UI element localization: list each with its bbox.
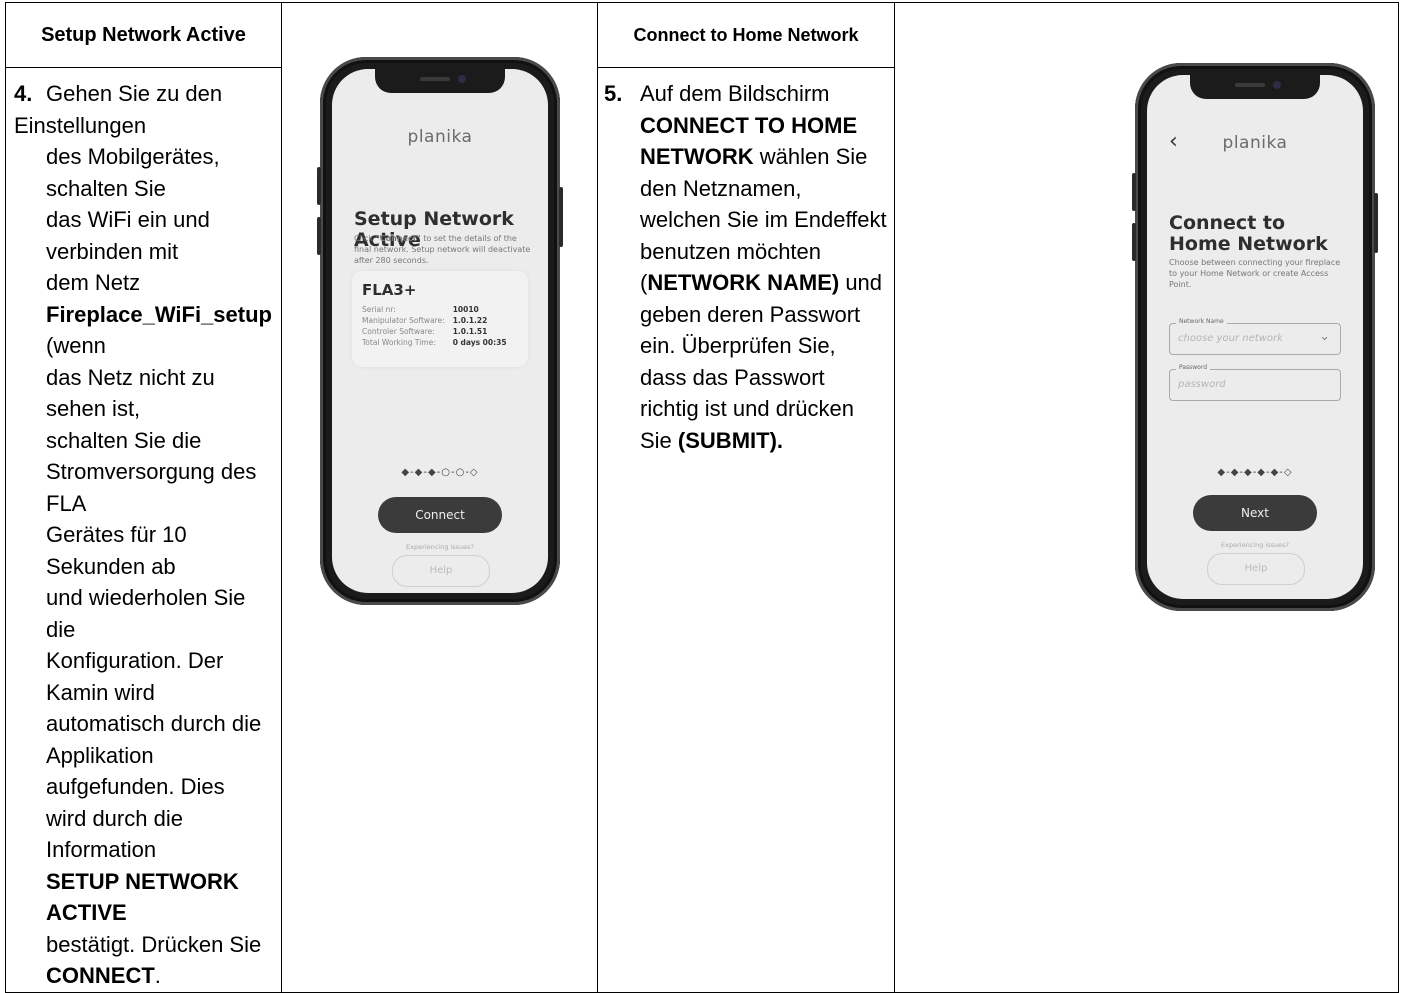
header-setup-network-label: Setup Network Active <box>41 23 246 46</box>
header-connect-home-label: Connect to Home Network <box>633 24 859 45</box>
help-button[interactable]: Help <box>1207 553 1305 585</box>
device-card[interactable]: FLA3+ Serial nr: 10010 Manipulator Softwa… <box>352 271 528 367</box>
header-connect-home: Connect to Home Network <box>597 2 895 68</box>
issues-text: Experiencing issues? <box>1221 541 1289 549</box>
next-button[interactable]: Next <box>1193 495 1317 531</box>
progress-dots: ◆-◆-◆-○-○-◇ <box>401 467 479 478</box>
header-setup-network: Setup Network Active <box>5 2 282 68</box>
phone-mockup-home-network: ‹ planika Connect to Home Network Choose … <box>1132 63 1378 611</box>
connect-button[interactable]: Connect <box>378 497 502 533</box>
progress-dots: ◆-◆-◆-◆-◆-◇ <box>1217 467 1293 478</box>
screen-description: Choose between connecting your fireplace… <box>1169 258 1341 289</box>
phone-screen-home-network: ‹ planika Connect to Home Network Choose … <box>1147 75 1363 599</box>
phone-cell-1: planika Setup Network Active Click "Conn… <box>281 2 598 993</box>
step-4-text: 4. Gehen Sie zu den Einstellungen des Mob… <box>5 67 282 993</box>
planika-logo: planika <box>1222 133 1288 153</box>
phone-screen-setup: planika Setup Network Active Click "Conn… <box>332 69 548 593</box>
screen-title: Connect to Home Network <box>1169 212 1328 255</box>
chevron-down-icon: ⌄ <box>1319 329 1330 344</box>
screen-description: Click "Connect" to set the details of th… <box>354 234 531 265</box>
issues-text: Experiencing issues? <box>406 543 474 551</box>
step-5-text: 5. Auf dem Bildschirm CONNECT TO HOME NET… <box>597 67 895 993</box>
password-field[interactable]: Password password <box>1169 364 1341 401</box>
phone-cell-2: ‹ planika Connect to Home Network Choose … <box>894 2 1399 993</box>
device-name: FLA3+ <box>362 281 417 299</box>
instruction-table: Setup Network Active planika Setup Netwo… <box>5 2 1399 993</box>
phone-mockup-setup: planika Setup Network Active Click "Conn… <box>317 57 563 605</box>
help-button[interactable]: Help <box>392 555 490 587</box>
network-name-select[interactable]: Network Name choose your network ⌄ <box>1169 318 1341 355</box>
planika-logo: planika <box>407 127 473 147</box>
device-info: Serial nr: 10010 Manipulator Software: 1.0… <box>362 305 507 347</box>
